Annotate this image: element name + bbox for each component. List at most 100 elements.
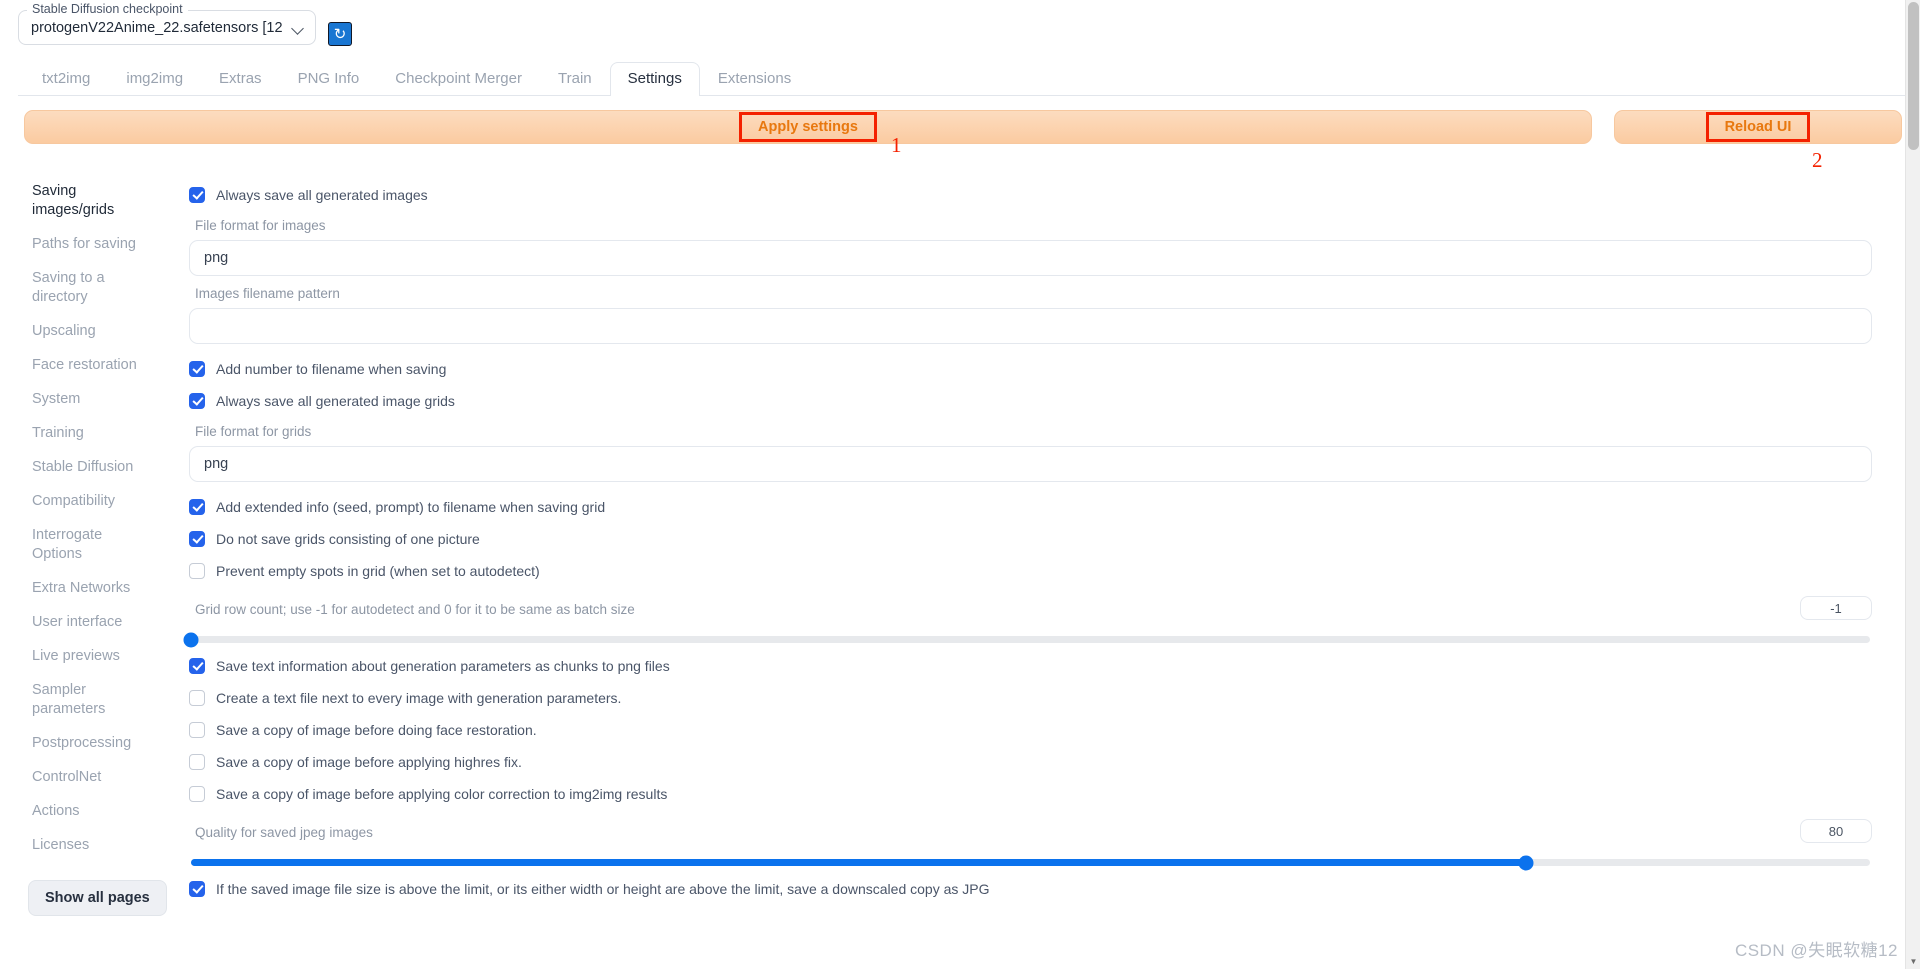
label-copy-before-face-restoration: Save a copy of image before doing face r… xyxy=(216,722,537,738)
page-scrollbar[interactable]: ▲ ▼ xyxy=(1905,0,1920,969)
option-no-single-picture-grids[interactable]: Do not save grids consisting of one pict… xyxy=(189,526,1872,552)
checkbox-copy-before-face-restoration[interactable] xyxy=(189,722,205,738)
checkbox-copy-before-highres-fix[interactable] xyxy=(189,754,205,770)
option-prevent-empty-spots[interactable]: Prevent empty spots in grid (when set to… xyxy=(189,558,1872,584)
label-no-single-picture-grids: Do not save grids consisting of one pict… xyxy=(216,531,480,547)
sidebar-item-interrogate-options[interactable]: Interrogate Options xyxy=(18,526,150,564)
label-file-format-images: File format for images xyxy=(195,218,326,233)
scrollbar-thumb[interactable] xyxy=(1908,2,1919,150)
settings-sidebar: Saving images/grids Paths for saving Sav… xyxy=(18,160,183,916)
checkbox-add-extended-info[interactable] xyxy=(189,499,205,515)
tab-checkpoint-merger[interactable]: Checkpoint Merger xyxy=(377,62,540,96)
label-copy-before-highres-fix: Save a copy of image before applying hig… xyxy=(216,754,522,770)
grid-row-count-slider-block: Grid row count; use -1 for autodetect an… xyxy=(183,592,1872,647)
label-jpeg-quality: Quality for saved jpeg images xyxy=(195,825,373,840)
settings-content: Saving images/grids Paths for saving Sav… xyxy=(0,160,1920,916)
refresh-checkpoints-button[interactable]: ↻ xyxy=(328,22,352,46)
annotation-marker-1: 1 xyxy=(891,133,902,157)
label-add-extended-info: Add extended info (seed, prompt) to file… xyxy=(216,499,606,515)
saving-images-grids-panel: Always save all generated images File fo… xyxy=(183,160,1920,916)
sidebar-item-controlnet[interactable]: ControlNet xyxy=(18,768,150,787)
option-copy-before-face-restoration[interactable]: Save a copy of image before doing face r… xyxy=(189,717,1872,743)
label-downscale-jpg: If the saved image file size is above th… xyxy=(216,881,990,897)
sidebar-item-extra-networks[interactable]: Extra Networks xyxy=(18,579,150,598)
show-all-pages-button[interactable]: Show all pages xyxy=(28,880,167,916)
chevron-down-icon xyxy=(292,22,305,35)
slider-grid-row-count[interactable] xyxy=(183,632,1870,647)
checkbox-prevent-empty-spots[interactable] xyxy=(189,563,205,579)
input-grid-row-count[interactable]: -1 xyxy=(1800,596,1872,620)
sidebar-item-system[interactable]: System xyxy=(18,390,150,409)
scroll-down-arrow[interactable]: ▼ xyxy=(1906,954,1920,969)
sidebar-item-compatibility[interactable]: Compatibility xyxy=(18,492,150,511)
input-file-format-grids[interactable]: png xyxy=(189,446,1872,482)
checkbox-no-single-picture-grids[interactable] xyxy=(189,531,205,547)
slider-jpeg-quality-fill xyxy=(191,859,1526,866)
jpeg-quality-slider-block: Quality for saved jpeg images 80 xyxy=(189,815,1872,870)
slider-grid-row-count-thumb[interactable] xyxy=(183,632,199,647)
reload-ui-button[interactable]: Reload UI xyxy=(1614,110,1902,144)
refresh-icon: ↻ xyxy=(333,25,347,43)
slider-jpeg-quality[interactable] xyxy=(191,855,1870,870)
checkpoint-legend: Stable Diffusion checkpoint xyxy=(27,2,188,16)
sidebar-item-sampler-parameters[interactable]: Sampler parameters xyxy=(18,681,150,719)
sidebar-item-user-interface[interactable]: User interface xyxy=(18,613,150,632)
watermark: CSDN @失眠软糖12 xyxy=(1734,941,1898,960)
tab-train[interactable]: Train xyxy=(540,62,610,96)
reload-ui-label: Reload UI xyxy=(1705,112,1811,142)
checkbox-save-text-chunks[interactable] xyxy=(189,658,205,674)
tab-extensions[interactable]: Extensions xyxy=(700,62,809,96)
option-copy-before-highres-fix[interactable]: Save a copy of image before applying hig… xyxy=(189,749,1872,775)
input-jpeg-quality[interactable]: 80 xyxy=(1800,819,1872,843)
input-images-filename-pattern[interactable] xyxy=(189,308,1872,344)
slider-jpeg-quality-thumb[interactable] xyxy=(1518,855,1534,870)
option-add-extended-info[interactable]: Add extended info (seed, prompt) to file… xyxy=(189,494,1872,520)
label-save-text-chunks: Save text information about generation p… xyxy=(216,658,670,674)
checkbox-copy-before-color-correction[interactable] xyxy=(189,786,205,802)
sidebar-item-upscaling[interactable]: Upscaling xyxy=(18,322,150,341)
label-always-save-grids: Always save all generated image grids xyxy=(216,393,455,409)
label-images-filename-pattern: Images filename pattern xyxy=(195,286,340,301)
sidebar-item-face-restoration[interactable]: Face restoration xyxy=(18,356,150,375)
option-downscale-jpg[interactable]: If the saved image file size is above th… xyxy=(189,876,1872,902)
checkbox-always-save-images[interactable] xyxy=(189,187,205,203)
checkbox-create-text-file[interactable] xyxy=(189,690,205,706)
tab-img2img[interactable]: img2img xyxy=(108,62,201,96)
tab-settings[interactable]: Settings xyxy=(609,62,700,96)
sidebar-item-saving-images-grids[interactable]: Saving images/grids xyxy=(18,182,150,220)
checkbox-downscale-jpg[interactable] xyxy=(189,881,205,897)
option-copy-before-color-correction[interactable]: Save a copy of image before applying col… xyxy=(189,781,1872,807)
label-grid-row-count: Grid row count; use -1 for autodetect an… xyxy=(195,602,635,617)
tab-png-info[interactable]: PNG Info xyxy=(280,62,378,96)
option-always-save-grids[interactable]: Always save all generated image grids xyxy=(189,388,1872,414)
checkpoint-value: protogenV22Anime_22.safetensors [1254103… xyxy=(31,20,283,36)
sidebar-item-saving-to-a-directory[interactable]: Saving to a directory xyxy=(18,269,150,307)
settings-action-bar: Apply settings Reload UI xyxy=(24,110,1902,144)
apply-settings-button[interactable]: Apply settings xyxy=(24,110,1592,144)
checkbox-add-number-to-filename[interactable] xyxy=(189,361,205,377)
sidebar-item-licenses[interactable]: Licenses xyxy=(18,836,150,855)
tab-txt2img[interactable]: txt2img xyxy=(24,62,108,96)
checkbox-always-save-grids[interactable] xyxy=(189,393,205,409)
label-file-format-grids: File format for grids xyxy=(195,424,312,439)
label-create-text-file: Create a text file next to every image w… xyxy=(216,690,622,706)
option-create-text-file[interactable]: Create a text file next to every image w… xyxy=(189,685,1872,711)
label-prevent-empty-spots: Prevent empty spots in grid (when set to… xyxy=(216,563,540,579)
apply-settings-label: Apply settings xyxy=(739,112,877,142)
tab-extras[interactable]: Extras xyxy=(201,62,280,96)
option-save-text-chunks[interactable]: Save text information about generation p… xyxy=(189,653,1872,679)
option-always-save-images[interactable]: Always save all generated images xyxy=(189,182,1872,208)
label-copy-before-color-correction: Save a copy of image before applying col… xyxy=(216,786,668,802)
sidebar-item-paths-for-saving[interactable]: Paths for saving xyxy=(18,235,150,254)
sidebar-item-training[interactable]: Training xyxy=(18,424,150,443)
sidebar-item-postprocessing[interactable]: Postprocessing xyxy=(18,734,150,753)
sidebar-item-live-previews[interactable]: Live previews xyxy=(18,647,150,666)
label-add-number-to-filename: Add number to filename when saving xyxy=(216,361,447,377)
sidebar-item-stable-diffusion[interactable]: Stable Diffusion xyxy=(18,458,150,477)
main-tabs: txt2img img2img Extras PNG Info Checkpoi… xyxy=(18,62,1920,96)
input-file-format-images[interactable]: png xyxy=(189,240,1872,276)
label-always-save-images: Always save all generated images xyxy=(216,187,428,203)
option-add-number-to-filename[interactable]: Add number to filename when saving xyxy=(189,356,1872,382)
sidebar-item-actions[interactable]: Actions xyxy=(18,802,150,821)
checkpoint-dropdown[interactable]: Stable Diffusion checkpoint protogenV22A… xyxy=(18,2,316,45)
